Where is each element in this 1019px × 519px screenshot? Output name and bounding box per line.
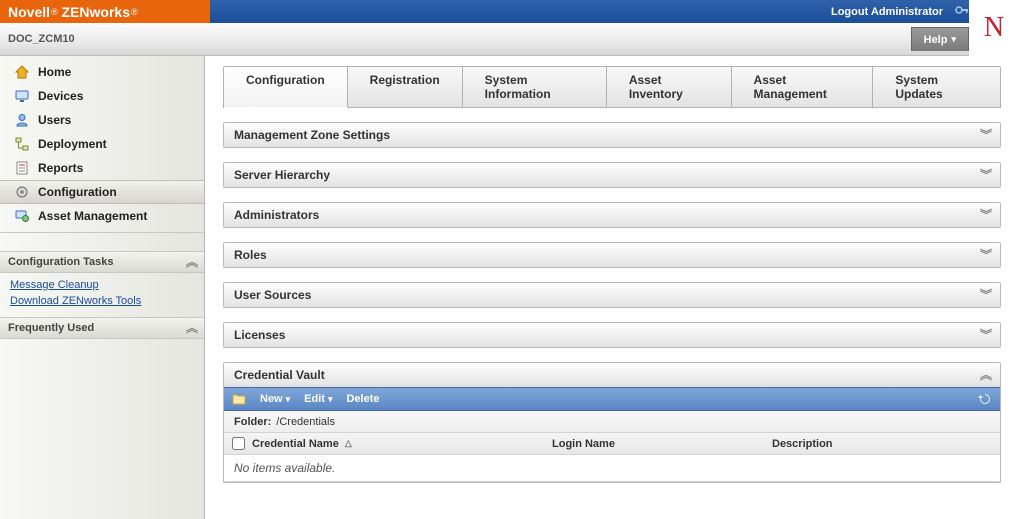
- freq-title: Frequently Used: [8, 322, 94, 334]
- nav-list: Home Devices Users Deployment Reports Co…: [0, 56, 204, 233]
- panel-roles: Roles ︾: [223, 242, 1001, 268]
- panel-header[interactable]: Licenses ︾: [224, 323, 1000, 347]
- panel-administrators: Administrators ︾: [223, 202, 1001, 228]
- collapse-icon: ︽: [980, 371, 992, 379]
- tab-system-info[interactable]: System Information: [463, 67, 607, 107]
- nav-item-asset-management[interactable]: Asset Management: [0, 204, 204, 228]
- task-link-download-tools[interactable]: Download ZENworks Tools: [10, 295, 194, 307]
- panel-header[interactable]: Administrators ︾: [224, 203, 1000, 227]
- panel-user-sources: User Sources ︾: [223, 282, 1001, 308]
- nav-item-label: Configuration: [38, 185, 117, 199]
- panel-header[interactable]: Roles ︾: [224, 243, 1000, 267]
- network-icon: [14, 136, 30, 152]
- nav-item-configuration[interactable]: Configuration: [0, 180, 204, 204]
- report-icon: [14, 160, 30, 176]
- nav-item-label: Asset Management: [38, 209, 147, 223]
- expand-icon: ︾: [980, 171, 992, 179]
- tab-asset-inventory[interactable]: Asset Inventory: [607, 67, 732, 107]
- collapse-icon: ︽: [186, 258, 198, 266]
- delete-button[interactable]: Delete: [346, 393, 379, 405]
- col-description[interactable]: Description: [772, 438, 1000, 450]
- tasks-header[interactable]: Configuration Tasks ︽: [0, 251, 204, 273]
- logout-link[interactable]: Logout Administrator: [831, 6, 943, 18]
- panel-header[interactable]: Management Zone Settings ︾: [224, 123, 1000, 147]
- panel-header[interactable]: Server Hierarchy ︾: [224, 163, 1000, 187]
- col-login-name[interactable]: Login Name: [552, 438, 772, 450]
- nav-item-label: Devices: [38, 89, 83, 103]
- product-name: ZENworks: [62, 4, 130, 20]
- nav-item-deployment[interactable]: Deployment: [0, 132, 204, 156]
- action-bar: New Edit Delete: [224, 387, 1000, 411]
- tab-system-updates[interactable]: System Updates: [873, 67, 1000, 107]
- tab-asset-management[interactable]: Asset Management: [732, 67, 874, 107]
- panel-server-hierarchy: Server Hierarchy ︾: [223, 162, 1001, 188]
- edit-button[interactable]: Edit: [304, 393, 332, 405]
- main-content: Configuration Registration System Inform…: [205, 56, 1019, 519]
- novell-n-logo: N: [969, 0, 1019, 56]
- nav-item-label: Deployment: [38, 137, 107, 151]
- expand-icon: ︾: [980, 131, 992, 139]
- expand-icon: ︾: [980, 211, 992, 219]
- sort-asc-icon: △: [345, 438, 352, 449]
- folder-label: Folder:: [234, 416, 271, 428]
- panel-licenses: Licenses ︾: [223, 322, 1001, 348]
- expand-icon: ︾: [980, 251, 992, 259]
- panel-header[interactable]: Credential Vault ︽: [224, 363, 1000, 387]
- nav-item-reports[interactable]: Reports: [0, 156, 204, 180]
- refresh-icon[interactable]: [978, 392, 992, 406]
- folder-icon[interactable]: [232, 393, 246, 405]
- nav-item-label: Home: [38, 65, 71, 79]
- collapse-icon: ︽: [186, 324, 198, 332]
- vendor-name: Novell: [8, 4, 50, 20]
- gear-icon: [14, 184, 30, 200]
- brand-bar: Novell® ZENworks®: [0, 0, 210, 23]
- help-menu[interactable]: Help: [911, 27, 969, 51]
- select-all-checkbox[interactable]: [232, 437, 245, 450]
- freq-header[interactable]: Frequently Used ︽: [0, 317, 204, 339]
- tab-bar: Configuration Registration System Inform…: [223, 66, 1001, 108]
- expand-icon: ︾: [980, 291, 992, 299]
- context-name: DOC_ZCM10: [8, 33, 75, 45]
- banner-right: Logout Administrator: [210, 0, 1019, 23]
- nav-item-label: Users: [38, 113, 71, 127]
- tasks-body: Message Cleanup Download ZENworks Tools: [0, 273, 204, 317]
- home-icon: [14, 64, 30, 80]
- col-credential-name[interactable]: Credential Name △: [252, 438, 552, 450]
- tab-configuration[interactable]: Configuration: [224, 67, 348, 108]
- panel-header[interactable]: User Sources ︾: [224, 283, 1000, 307]
- panel-credential-vault: Credential Vault ︽ New Edit Delete: [223, 362, 1001, 483]
- monitor-icon: [14, 88, 30, 104]
- nav-item-home[interactable]: Home: [0, 60, 204, 84]
- tab-registration[interactable]: Registration: [348, 67, 463, 107]
- task-link-message-cleanup[interactable]: Message Cleanup: [10, 279, 194, 291]
- expand-icon: ︾: [980, 331, 992, 339]
- panel-body: New Edit Delete Folder: /Credentials Cre: [224, 387, 1000, 482]
- folder-row: Folder: /Credentials: [224, 411, 1000, 433]
- nav-item-label: Reports: [38, 161, 83, 175]
- tasks-title: Configuration Tasks: [8, 256, 114, 268]
- column-headers: Credential Name △ Login Name Description: [224, 433, 1000, 455]
- empty-message: No items available.: [224, 455, 1000, 482]
- new-button[interactable]: New: [260, 393, 290, 405]
- asset-icon: [14, 208, 30, 224]
- nav-item-users[interactable]: Users: [0, 108, 204, 132]
- panel-management-zone-settings: Management Zone Settings ︾: [223, 122, 1001, 148]
- nav-item-devices[interactable]: Devices: [0, 84, 204, 108]
- key-icon[interactable]: [955, 4, 969, 19]
- sidebar: Home Devices Users Deployment Reports Co…: [0, 56, 205, 519]
- folder-path: /Credentials: [276, 416, 335, 428]
- user-icon: [14, 112, 30, 128]
